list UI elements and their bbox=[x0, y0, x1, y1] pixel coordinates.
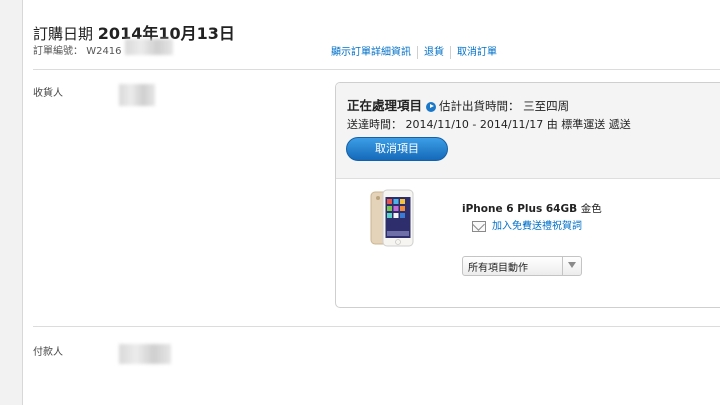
chevron-down-icon bbox=[568, 262, 576, 268]
order-title-prefix: 訂購日期 bbox=[33, 25, 94, 43]
delivery-value: 2014/11/10 - 2014/11/17 由 標準運送 遞送 bbox=[405, 118, 631, 131]
iphone-illustration bbox=[370, 189, 414, 247]
product-name: iPhone 6 Plus 64GB 金色 bbox=[462, 201, 602, 216]
shipment-status-line: 正在處理項目 估計出貨時間： 三至四周 bbox=[347, 95, 569, 114]
recipient-label: 收貨人 bbox=[33, 88, 63, 99]
delivery-label: 送達時間： bbox=[347, 118, 402, 131]
left-gutter bbox=[0, 0, 23, 405]
recipient-name-redacted bbox=[119, 84, 155, 106]
returns-link[interactable]: 退貨 bbox=[424, 47, 444, 58]
shipment-panel: 正在處理項目 估計出貨時間： 三至四周 送達時間： 2014/11/10 - 20… bbox=[335, 82, 720, 308]
delivery-line: 送達時間： 2014/11/10 - 2014/11/17 由 標準運送 遞送 bbox=[347, 116, 631, 132]
order-links: 顯示訂單詳細資訊 退貨 取消訂單 bbox=[331, 43, 497, 59]
divider bbox=[33, 69, 720, 70]
link-separator bbox=[417, 45, 418, 59]
info-play-icon[interactable] bbox=[426, 101, 437, 112]
order-number-label: 訂單編號： bbox=[33, 46, 83, 57]
payer-name-redacted bbox=[119, 343, 171, 364]
order-number: 訂單編號： W2416 bbox=[33, 39, 173, 59]
item-actions-select[interactable]: 所有項目動作 bbox=[462, 256, 582, 276]
product-model: iPhone 6 Plus 64GB bbox=[462, 203, 578, 215]
shipment-header: 正在處理項目 估計出貨時間： 三至四周 送達時間： 2014/11/10 - 20… bbox=[336, 83, 720, 179]
order-page: 訂購日期 2014年10月13日 訂單編號： W2416 顯示訂單詳細資訊 退貨取… bbox=[23, 0, 720, 405]
order-number-value: W2416 bbox=[86, 46, 122, 57]
estimate-label: 估計出貨時間： bbox=[439, 99, 520, 113]
payer-label: 付款人 bbox=[33, 347, 63, 358]
envelope-icon bbox=[472, 220, 486, 232]
redacted-block bbox=[119, 84, 155, 106]
divider bbox=[33, 326, 720, 327]
link-separator bbox=[450, 45, 451, 59]
gift-message-link[interactable]: 加入免費送禮祝賀詞 bbox=[492, 221, 582, 232]
redacted-order-number bbox=[124, 39, 173, 55]
estimate-value: 三至四周 bbox=[523, 99, 570, 113]
item-actions-label: 所有項目動作 bbox=[468, 263, 528, 274]
product-color: 金色 bbox=[580, 203, 602, 215]
iphone-product-image bbox=[369, 188, 425, 248]
shipment-status: 正在處理項目 bbox=[347, 98, 423, 113]
cancel-item-button[interactable]: 取消項目 bbox=[346, 137, 448, 161]
gift-message-row[interactable]: 加入免費送禮祝賀詞 bbox=[472, 217, 582, 232]
select-arrow-box bbox=[562, 257, 581, 275]
show-order-details-link[interactable]: 顯示訂單詳細資訊 bbox=[331, 47, 411, 58]
redacted-block bbox=[119, 343, 171, 364]
cancel-order-link[interactable]: 取消訂單 bbox=[457, 47, 497, 58]
